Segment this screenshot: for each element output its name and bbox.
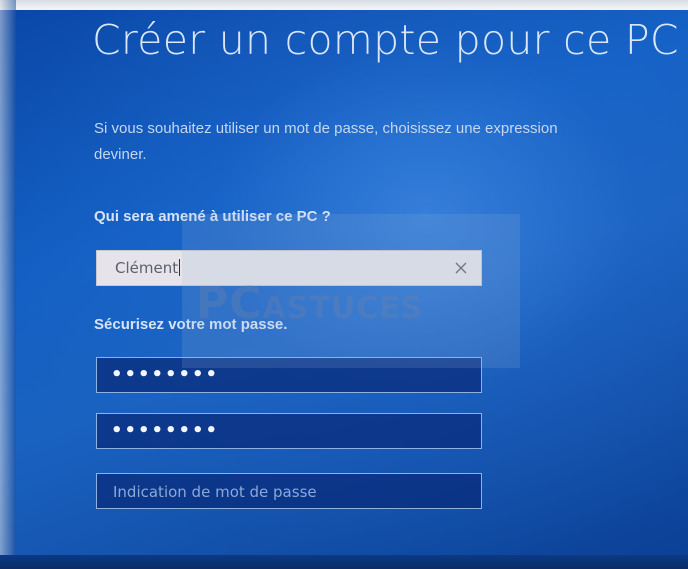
monitor-bezel-top xyxy=(0,0,688,10)
watermark-logo: PCASTUCES xyxy=(196,278,424,329)
intro-line-1: Si vous souhaitez utiliser un mot de pas… xyxy=(94,120,558,137)
text-caret xyxy=(179,259,181,276)
password-hint-placeholder: Indication de mot de passe xyxy=(113,483,317,501)
username-value: Clément xyxy=(115,259,181,277)
confirm-password-mask: •••••••• xyxy=(111,420,220,441)
setup-screen: Créer un compte pour ce PC Si vous souha… xyxy=(0,0,688,569)
password-hint-field[interactable]: Indication de mot de passe xyxy=(96,473,482,509)
confirm-password-field[interactable]: •••••••• xyxy=(96,413,482,449)
monitor-bezel-left xyxy=(0,0,16,569)
monitor-bezel-bottom xyxy=(0,555,688,569)
intro-text: Si vous souhaitez utiliser un mot de pas… xyxy=(94,116,688,168)
intro-line-2: deviner. xyxy=(94,146,147,163)
page-title: Créer un compte pour ce PC xyxy=(92,16,679,64)
